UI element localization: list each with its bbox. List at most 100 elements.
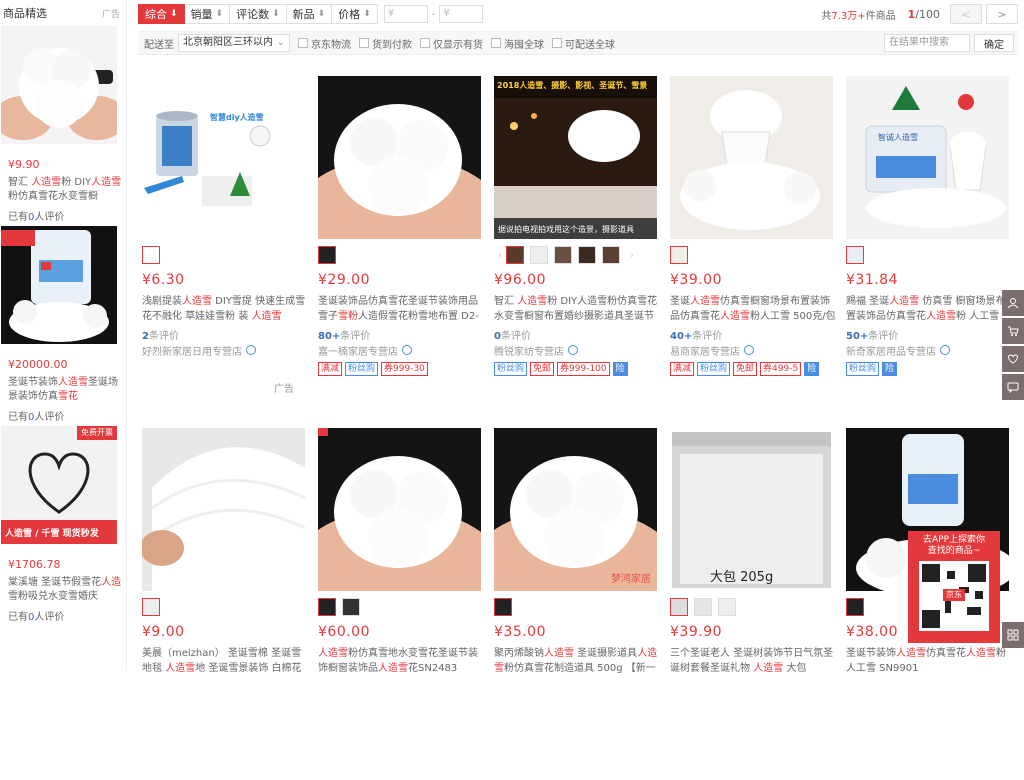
product-image[interactable] (670, 76, 833, 239)
product-title[interactable]: 圣诞节装饰人造雪仿真雪花人造雪粉人工雪 SN9901 (846, 646, 1014, 676)
product-title[interactable]: 人造雪粉仿真雪地水变雪花圣诞节装饰橱窗装饰品人造雪花SN2483 1000g 冬 (318, 646, 486, 676)
product-image[interactable] (318, 76, 481, 239)
thumbnail[interactable] (694, 598, 712, 616)
chevron-left-icon[interactable]: ‹ (498, 250, 502, 261)
shop-name[interactable]: 易商家居专营店 (670, 343, 838, 358)
next-page-button[interactable]: > (986, 4, 1018, 24)
thumbnail[interactable] (554, 246, 572, 264)
shop-name[interactable]: 新奇家居用品专营店 (846, 343, 1014, 358)
qr-code[interactable]: 京东 (919, 561, 989, 631)
product-image[interactable] (142, 428, 305, 591)
filter-cod[interactable]: 货到付款 (359, 36, 412, 51)
thumbnail[interactable] (602, 246, 620, 264)
checkbox[interactable] (420, 38, 430, 48)
product-title[interactable]: 美晨（meizhan） 圣诞雪棉 圣诞雪地毯 人造雪地 圣诞雪景装饰 白棉花仿 (142, 646, 310, 676)
product-title[interactable]: 聚丙烯酸钠人造雪 圣诞摄影道具人造雪粉仿真雪花制造道具 500g 【新一 (494, 646, 662, 676)
product-title[interactable]: 棠溪塘 圣诞节假雪花人造雪粉吸兑水变雪婚庆 (8, 576, 126, 604)
price-min-input[interactable]: ¥ (383, 5, 428, 23)
product-card[interactable]: 智慧diy人造雪 ¥6.30 浅剧提装人造雪 DIY雪提 快速生成雪花不融化 草… (138, 76, 314, 428)
filter-jd-logistics[interactable]: 京东物流 (298, 36, 351, 51)
checkbox[interactable] (359, 38, 369, 48)
app-qr-popup[interactable]: 去APP上探索你 查找的商品~ 京东 (908, 531, 1000, 643)
sort-comprehensive[interactable]: 综合 ⬇ (138, 4, 185, 24)
thumbnail[interactable] (506, 246, 524, 264)
product-title[interactable]: 三个圣诞老人 圣诞树装饰节日气氛圣诞树套餐圣诞礼物 人造雪 大包 (670, 646, 838, 676)
cart-icon[interactable] (1002, 318, 1024, 344)
product-title[interactable]: 赐福 圣诞人造雪 仿真雪 橱窗场景布置装饰品仿真雪花人造雪粉 人工雪 (846, 294, 1014, 324)
sidebar-product[interactable]: 免费开票 人造雪 / 千雪 现货秒发 ¥1706.78 棠溪塘 圣诞节假雪花人造… (0, 426, 126, 623)
product-card[interactable]: ¥29.00 圣诞装饰品仿真雪花圣诞节装饰用品雪子雪粉人造假雪花粉雪地布置 D2… (314, 76, 490, 428)
thumbnail[interactable] (846, 598, 864, 616)
product-card[interactable]: 大包 205g ¥39.90 三个圣诞老人 圣诞树装饰节日气氛圣诞树套餐圣诞礼物… (666, 428, 842, 780)
chat-icon[interactable] (568, 345, 578, 355)
price-max-input[interactable]: ¥ (439, 5, 484, 23)
product-image[interactable] (318, 428, 481, 591)
shop-name[interactable]: 嘉一楠家居专营店 (318, 343, 486, 358)
thumbnail[interactable] (670, 246, 688, 264)
thumbnail[interactable] (342, 598, 360, 616)
thumbnail[interactable] (142, 246, 160, 264)
product-image[interactable]: 免费开票 人造雪 / 千雪 现货秒发 (1, 426, 117, 544)
chat-icon[interactable] (744, 345, 754, 355)
thumbnail[interactable] (494, 598, 512, 616)
product-card[interactable]: 智诚人造雪 ¥31.84 赐福 圣诞人造雪 仿真雪 橱窗场景布置装饰品仿真雪花人… (842, 76, 1018, 428)
thumbnail[interactable] (318, 246, 336, 264)
product-card[interactable]: ¥39.00 圣诞人造雪仿真雪橱窗场景布置装饰品仿真雪花人造雪粉人工雪 500克… (666, 76, 842, 428)
search-within-input[interactable]: 在结果中搜索 (884, 34, 970, 52)
sort-new[interactable]: 新品 ⬇ (286, 4, 333, 24)
chat-icon[interactable] (402, 345, 412, 355)
checkbox[interactable] (552, 38, 562, 48)
confirm-button[interactable]: 确定 (974, 34, 1014, 52)
product-title[interactable]: 圣诞装饰品仿真雪花圣诞节装饰用品雪子雪粉人造假雪花粉雪地布置 D2- (318, 294, 486, 324)
checkbox[interactable] (298, 38, 308, 48)
product-card[interactable]: 2018人造雪、摄影、影视、圣诞节、雪景 据说拍电视拍戏用这个造景，摄影道具 ‹… (490, 76, 666, 428)
message-icon[interactable] (1002, 374, 1024, 400)
thumbnail[interactable] (318, 598, 336, 616)
review-count[interactable]: 50+条评价 (846, 327, 1014, 342)
product-image[interactable]: 2018人造雪、摄影、影视、圣诞节、雪景 据说拍电视拍戏用这个造景，摄影道具 (494, 76, 657, 239)
product-title[interactable]: 圣诞人造雪仿真雪橱窗场景布置装饰品仿真雪花人造雪粉人工雪 500克/包 (670, 294, 838, 324)
location-select[interactable]: 北京朝阳区三环以内 ⌄ (178, 34, 290, 52)
sidebar-product[interactable]: ¥20000.00 圣诞节装饰人造雪圣诞场景装饰仿真雪花 已有0人评价 (0, 226, 126, 423)
sidebar-product[interactable]: ¥9.90 智汇 人造雪粉 DIY人造雪粉仿真雪花水变雪橱 已有0人评价 (0, 26, 126, 223)
thumbnail[interactable] (578, 246, 596, 264)
review-count[interactable]: 0条评价 (494, 327, 662, 342)
product-image[interactable]: 梦鸿家居 (494, 428, 657, 591)
review-count[interactable]: 40+条评价 (670, 327, 838, 342)
filter-global[interactable]: 海囤全球 (491, 36, 544, 51)
product-card[interactable]: ¥9.00 美晨（meizhan） 圣诞雪棉 圣诞雪地毯 人造雪地 圣诞雪景装饰… (138, 428, 314, 780)
prev-page-button[interactable]: < (950, 4, 982, 24)
shop-name[interactable]: 腾锐家纺专营店 (494, 343, 662, 358)
product-card[interactable]: 梦鸿家居 ¥35.00 聚丙烯酸钠人造雪 圣诞摄影道具人造雪粉仿真雪花制造道具 … (490, 428, 666, 780)
thumbnail[interactable] (142, 598, 160, 616)
filter-ship-global[interactable]: 可配送全球 (552, 36, 615, 51)
review-count[interactable]: 2条评价 (142, 327, 310, 342)
product-image[interactable] (1, 26, 117, 144)
filter-in-stock[interactable]: 仅显示有货 (420, 36, 483, 51)
grid-icon[interactable] (1002, 622, 1024, 648)
sort-sales[interactable]: 销量 ⬇ (184, 4, 231, 24)
user-icon[interactable] (1002, 290, 1024, 316)
shop-name[interactable]: 好烈新家居日用专营店 (142, 343, 310, 358)
checkbox[interactable] (491, 38, 501, 48)
heart-icon[interactable] (1002, 346, 1024, 372)
thumbnail[interactable] (846, 246, 864, 264)
product-title[interactable]: 智汇 人造雪粉 DIY人造雪粉仿真雪花水变雪橱窗布置婚纱摄影道具圣诞节 (494, 294, 662, 324)
chat-icon[interactable] (246, 345, 256, 355)
product-image[interactable]: 大包 205g (670, 428, 833, 591)
product-card[interactable]: ¥60.00 人造雪粉仿真雪地水变雪花圣诞节装饰橱窗装饰品人造雪花SN2483 … (314, 428, 490, 780)
sort-reviews[interactable]: 评论数 ⬇ (230, 4, 287, 24)
thumbnail[interactable] (718, 598, 736, 616)
product-title[interactable]: 圣诞节装饰人造雪圣诞场景装饰仿真雪花 (8, 376, 126, 404)
thumbnail[interactable] (670, 598, 688, 616)
product-title[interactable]: 智汇 人造雪粉 DIY人造雪粉仿真雪花水变雪橱 (8, 176, 126, 204)
product-image[interactable]: 智慧diy人造雪 (142, 76, 305, 239)
review-count[interactable]: 80+条评价 (318, 327, 486, 342)
product-title[interactable]: 浅剧提装人造雪 DIY雪提 快速生成雪花不融化 草娃娃雪粉 装 人造雪 (142, 294, 310, 324)
chat-icon[interactable] (940, 345, 950, 355)
sort-price[interactable]: 价格 ⬍ (332, 4, 378, 24)
chevron-right-icon[interactable]: › (630, 250, 634, 261)
product-image[interactable] (1, 226, 117, 344)
product-image[interactable]: 智诚人造雪 (846, 76, 1009, 239)
thumbnail[interactable] (530, 246, 548, 264)
